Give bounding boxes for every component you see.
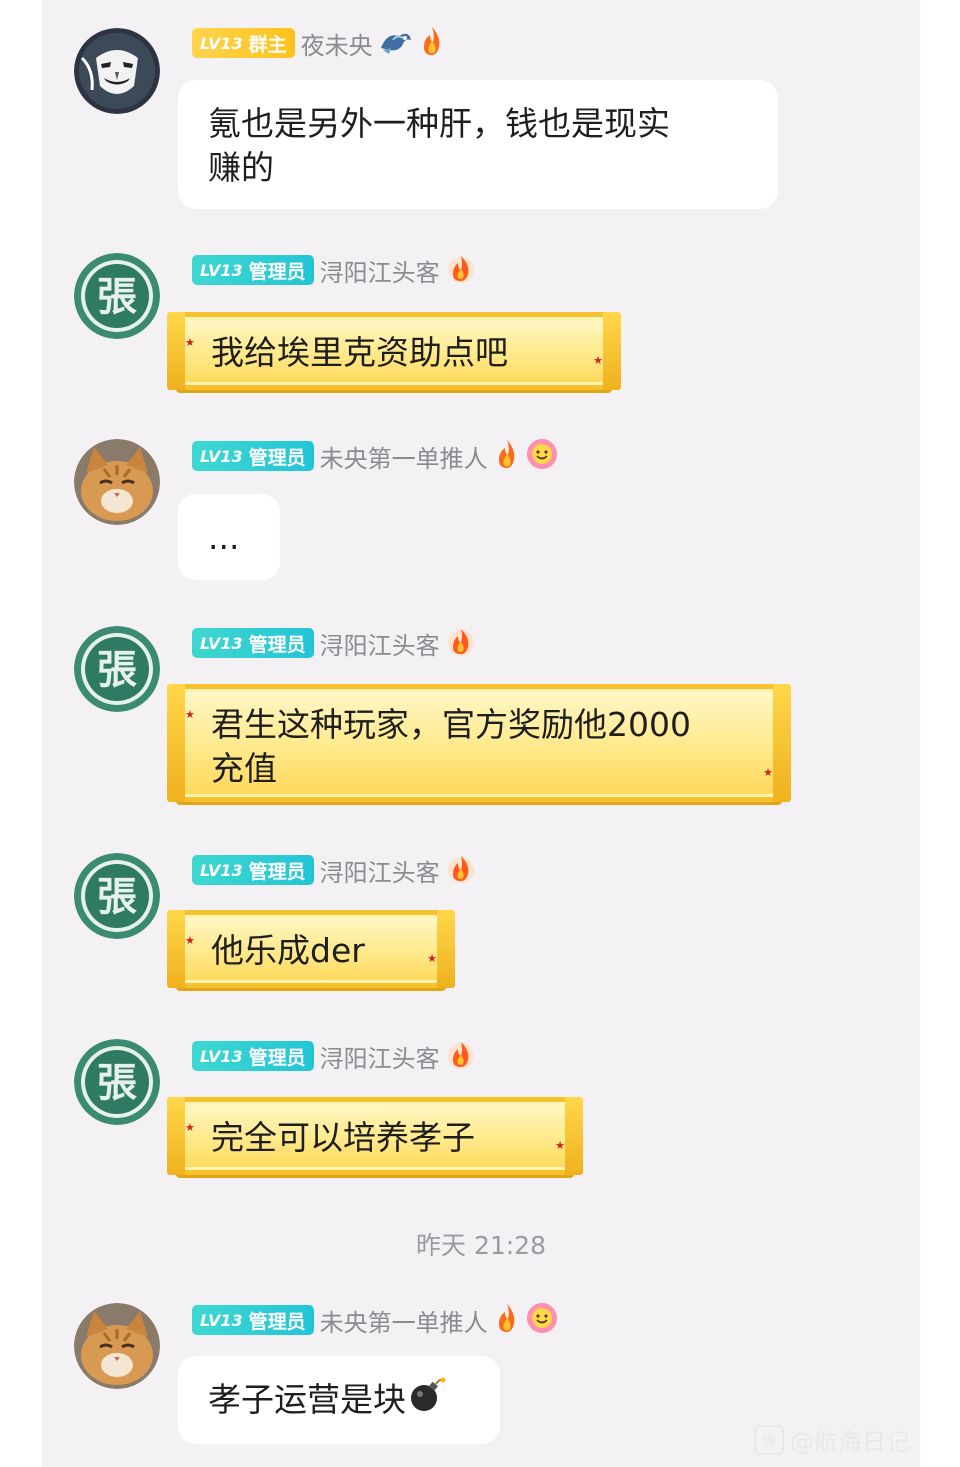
message-text: 孝子运营是块	[208, 1380, 406, 1419]
message-text: 完全可以培养孝子	[211, 1118, 475, 1157]
message-header: LV13 管理员 未央第一单推人	[192, 1303, 558, 1337]
message-text: 他乐成der	[211, 931, 365, 970]
message-text: ...	[208, 518, 240, 557]
gold-message-bubble[interactable]: ★ ★ 完全可以培养孝子	[167, 1097, 583, 1175]
message-header: LV13 管理员 浔阳江头客	[192, 1039, 476, 1073]
timestamp-divider: 昨天 21:28	[416, 1231, 546, 1260]
svg-text:張: 張	[97, 873, 137, 920]
fire-icon	[446, 625, 476, 661]
message-bubble[interactable]: 孝子运营是块	[178, 1356, 500, 1444]
message-header: LV13 群主 夜未央	[192, 26, 445, 60]
smile-flower-icon	[526, 1302, 558, 1338]
zhang-seal-avatar[interactable]: 張	[74, 1039, 160, 1125]
bomb-icon	[408, 1376, 446, 1425]
weibo-icon: 微	[754, 1424, 784, 1455]
message-bubble[interactable]: 氪也是另外一种肝，钱也是现实 赚的	[178, 80, 778, 209]
dragon-icon	[379, 26, 413, 60]
zhang-seal-avatar[interactable]: 張	[74, 626, 160, 712]
message-bubble[interactable]: ...	[178, 494, 280, 580]
role-badge: LV13 管理员	[192, 441, 314, 471]
role-badge: LV13 管理员	[192, 255, 314, 285]
message-header: LV13 管理员 浔阳江头客	[192, 253, 476, 287]
role-badge: LV13 管理员	[192, 1305, 314, 1335]
nickname[interactable]: 浔阳江头客	[320, 1039, 440, 1074]
message-text: 氪也是另外一种肝，钱也是现实 赚的	[208, 104, 670, 187]
nickname[interactable]: 浔阳江头客	[320, 626, 440, 661]
nickname[interactable]: 浔阳江头客	[320, 253, 440, 288]
zhang-seal-avatar[interactable]: 張	[74, 853, 160, 939]
role-badge: LV13 群主	[192, 28, 295, 58]
role-badge: LV13 管理员	[192, 628, 314, 658]
cat-avatar[interactable]	[74, 1303, 160, 1389]
zhang-seal-avatar[interactable]: 張	[74, 253, 160, 339]
message-header: LV13 管理员 浔阳江头客	[192, 626, 476, 660]
nickname[interactable]: 未央第一单推人	[320, 439, 488, 474]
fire-icon	[494, 1302, 520, 1338]
mask-avatar[interactable]	[74, 28, 160, 114]
nickname[interactable]: 未央第一单推人	[320, 1303, 488, 1338]
fire-icon	[446, 852, 476, 888]
chat-screen: LV13 群主 夜未央 氪也是另外一种肝，钱也是现实 赚的 張 LV13 管理员…	[42, 0, 920, 1467]
role-badge: LV13 管理员	[192, 1041, 314, 1071]
gold-message-bubble[interactable]: ★ ★ 我给埃里克资助点吧	[167, 312, 621, 390]
fire-icon	[494, 438, 520, 474]
nickname[interactable]: 夜未央	[301, 26, 373, 61]
svg-text:張: 張	[97, 273, 137, 320]
svg-text:張: 張	[97, 1059, 137, 1106]
fire-icon	[446, 1038, 476, 1074]
message-header: LV13 管理员 浔阳江头客	[192, 853, 476, 887]
gold-message-bubble[interactable]: ★ ★ 君生这种玩家，官方奖励他2000 充值	[167, 684, 791, 802]
gold-message-bubble[interactable]: ★ ★ 他乐成der	[167, 910, 455, 988]
watermark: 微 @航海日记	[754, 1422, 910, 1457]
cat-avatar[interactable]	[74, 439, 160, 525]
message-text: 我给埃里克资助点吧	[211, 333, 508, 372]
svg-text:張: 張	[97, 646, 137, 693]
smile-flower-icon	[526, 438, 558, 474]
fire-icon	[446, 252, 476, 288]
message-text: 君生这种玩家，官方奖励他2000 充值	[211, 705, 691, 788]
role-badge: LV13 管理员	[192, 855, 314, 885]
fire-icon	[419, 25, 445, 61]
nickname[interactable]: 浔阳江头客	[320, 853, 440, 888]
message-header: LV13 管理员 未央第一单推人	[192, 439, 558, 473]
